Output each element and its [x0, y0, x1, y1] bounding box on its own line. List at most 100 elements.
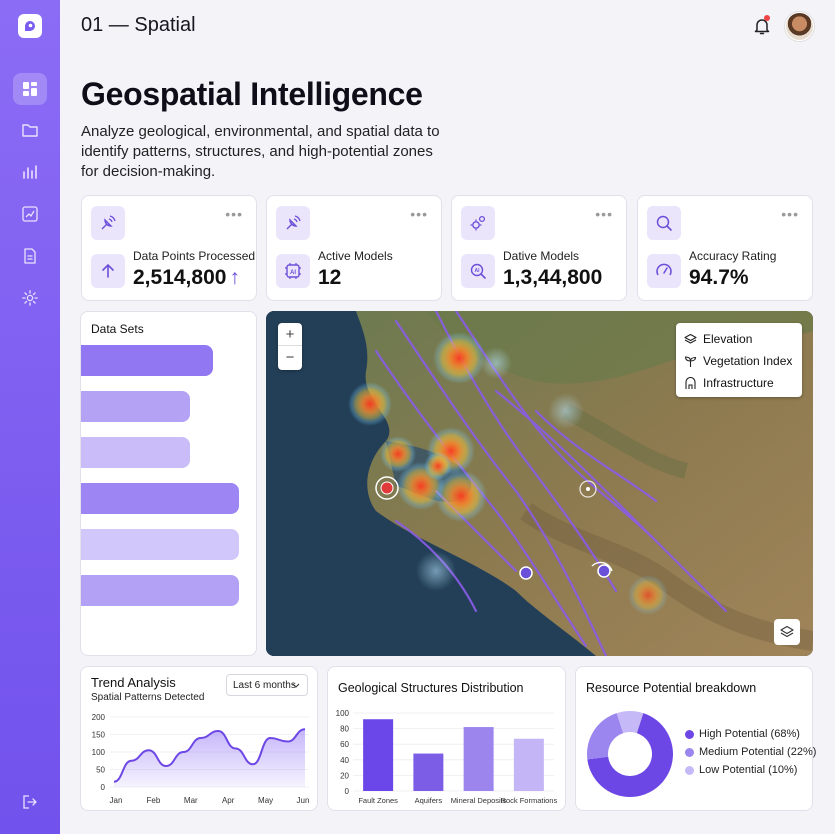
legend-swatch — [685, 765, 694, 775]
dataset-bar[interactable] — [81, 483, 239, 514]
sidebar — [0, 0, 60, 834]
layer-elevation[interactable]: Elevation — [684, 328, 794, 350]
stat-label: Active Models — [318, 249, 393, 263]
ai-search-icon: AI — [461, 254, 495, 288]
map-marker[interactable] — [519, 566, 533, 580]
stat-card-data-points: ••• Data Points Processed 2,514,800 ↑ — [81, 195, 257, 301]
y-tick-label: 100 — [336, 709, 350, 718]
document-icon — [24, 248, 36, 264]
bar[interactable] — [513, 738, 544, 791]
bar-chart-icon — [23, 165, 37, 179]
trend-arrow: ↑ — [229, 266, 240, 289]
dataset-bar[interactable] — [81, 437, 190, 468]
bar[interactable] — [463, 727, 494, 791]
gear-icon — [22, 290, 38, 306]
sidebar-item-dashboard[interactable] — [13, 73, 47, 105]
resource-donut-chart — [587, 711, 673, 797]
x-tick-label: Mar — [184, 796, 198, 805]
legend-swatch — [685, 747, 694, 757]
dataset-bar[interactable] — [81, 575, 239, 606]
logout-button[interactable] — [13, 786, 47, 818]
y-tick-label: 0 — [345, 787, 350, 796]
datasets-title: Data Sets — [91, 322, 144, 336]
trend-chart-icon — [22, 206, 38, 222]
y-tick-label: 50 — [96, 766, 105, 775]
x-tick-label: Jan — [110, 796, 123, 805]
stat-card-active-models: ••• AI Active Models 12 — [266, 195, 442, 301]
stat-label: Dative Models — [503, 249, 580, 263]
layers-icon — [780, 625, 794, 638]
layer-panel: Elevation Vegetation Index Infrastructur… — [676, 323, 802, 397]
gears-icon — [461, 206, 495, 240]
y-tick-label: 0 — [101, 783, 106, 792]
sidebar-item-analytics[interactable] — [13, 156, 47, 188]
bar[interactable] — [413, 753, 444, 791]
card-menu-button[interactable]: ••• — [781, 206, 799, 222]
satellite-icon — [276, 206, 310, 240]
gauge-icon — [647, 254, 681, 288]
dataset-bar[interactable] — [81, 391, 190, 422]
x-tick-label: Aquifers — [415, 796, 443, 805]
stat-card-accuracy: ••• Accuracy Rating 94.7% — [637, 195, 813, 301]
stat-value: 2,514,800 ↑ — [133, 266, 240, 290]
main-content: 01 — Spatial Geospatial Intelligence Ana… — [60, 0, 835, 834]
search-icon — [647, 206, 681, 240]
x-tick-label: Apr — [222, 796, 235, 805]
chevron-down-icon — [292, 683, 300, 688]
y-tick-label: 100 — [92, 748, 106, 757]
dataset-bar[interactable] — [81, 345, 213, 376]
layers-icon — [684, 333, 697, 344]
trend-subtitle: Spatial Patterns Detected — [91, 692, 205, 703]
layer-vegetation[interactable]: Vegetation Index — [684, 350, 794, 372]
layer-label: Elevation — [703, 332, 753, 346]
arrow-up-icon — [91, 254, 125, 288]
app-logo[interactable] — [18, 14, 42, 38]
sidebar-item-reports[interactable] — [13, 240, 47, 272]
legend-label: High Potential (68%) — [699, 728, 800, 740]
map-view[interactable]: + − Elevation Vegetation Index Infrastru… — [266, 311, 813, 656]
stat-value-number: 2,514,800 — [133, 266, 227, 289]
x-tick-label: May — [258, 796, 273, 805]
legend-label: Low Potential (10%) — [699, 764, 798, 776]
satellite-icon — [91, 206, 125, 240]
donut-slice[interactable] — [587, 713, 624, 760]
x-tick-label: Feb — [147, 796, 161, 805]
trend-chart: 200 150 100 50 0 Jan Feb Mar Apr May Jun — [92, 713, 310, 805]
zoom-in-button[interactable]: + — [278, 323, 302, 346]
folder-icon — [22, 124, 38, 137]
avatar[interactable] — [785, 12, 814, 41]
y-tick-label: 60 — [340, 740, 349, 749]
stat-card-dative-models: ••• AI Dative Models 1,3,44,800 — [451, 195, 627, 301]
stat-value: 1,3,44,800 — [503, 266, 603, 289]
logo-icon — [25, 21, 35, 31]
zoom-controls: + − — [278, 323, 302, 370]
notifications-button[interactable] — [751, 15, 773, 37]
sidebar-item-trends[interactable] — [13, 198, 47, 230]
card-menu-button[interactable]: ••• — [595, 206, 613, 222]
svg-text:AI: AI — [290, 270, 296, 276]
layers-toggle-button[interactable] — [774, 619, 800, 645]
page-description: Analyze geological, environmental, and s… — [81, 123, 440, 180]
layer-label: Infrastructure — [703, 376, 774, 390]
header-title: 01 — Spatial — [81, 14, 196, 36]
zoom-out-button[interactable]: − — [278, 346, 302, 369]
dataset-bar[interactable] — [81, 529, 239, 560]
x-tick-label: Rock Formations — [501, 796, 558, 805]
sidebar-item-files[interactable] — [13, 114, 47, 146]
time-range-select[interactable]: Last 6 months — [226, 674, 308, 696]
svg-text:AI: AI — [475, 268, 481, 274]
stat-value: 12 — [318, 266, 342, 289]
legend-item: Medium Potential (22%) — [685, 746, 816, 758]
building-icon — [685, 376, 696, 389]
layer-infrastructure[interactable]: Infrastructure — [684, 372, 794, 394]
sidebar-item-settings[interactable] — [13, 282, 47, 314]
bar[interactable] — [363, 719, 394, 791]
stat-label: Accuracy Rating — [689, 249, 777, 263]
time-range-value: Last 6 months — [233, 680, 296, 691]
layer-label: Vegetation Index — [703, 354, 793, 368]
sprout-icon — [684, 355, 697, 367]
ai-chip-icon: AI — [276, 254, 310, 288]
stat-label: Data Points Processed — [133, 249, 256, 263]
card-menu-button[interactable]: ••• — [225, 206, 243, 222]
card-menu-button[interactable]: ••• — [410, 206, 428, 222]
